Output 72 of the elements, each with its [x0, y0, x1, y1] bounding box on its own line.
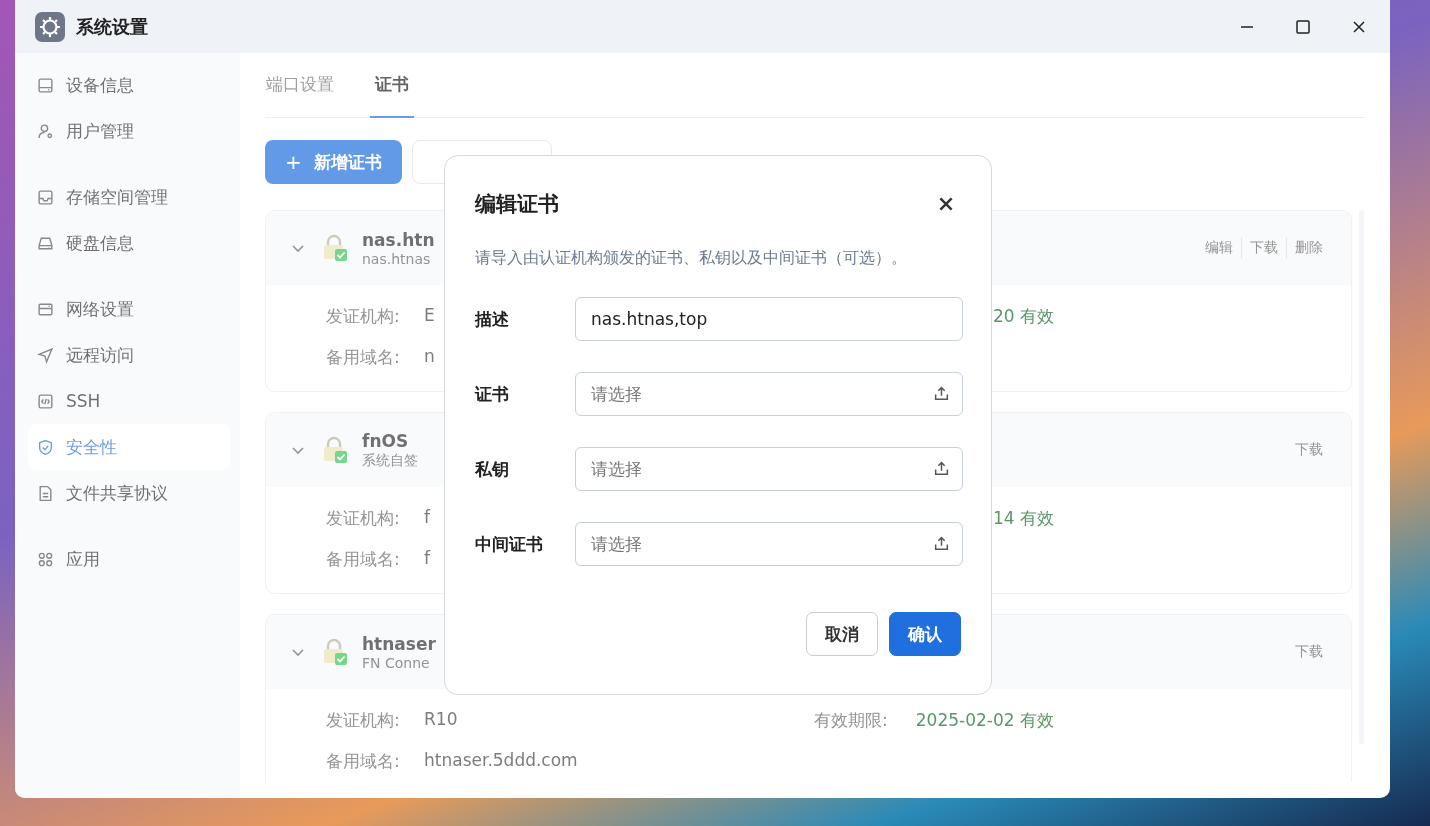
code-icon	[37, 392, 54, 410]
certificate-name: htnaser	[362, 633, 436, 654]
sidebar-item[interactable]: 远程访问	[28, 332, 230, 378]
field-label: 备用域名:	[326, 750, 400, 773]
tab[interactable]: 证书	[370, 53, 414, 118]
grid-icon	[37, 550, 54, 568]
card-action-link[interactable]: 删除	[1287, 239, 1331, 257]
sidebar-item[interactable]: 应用	[28, 536, 230, 582]
sidebar-item[interactable]: SSH	[28, 378, 230, 424]
padlock-check-icon	[322, 234, 348, 262]
file-select-field[interactable]: 请选择	[575, 372, 963, 416]
upload-icon[interactable]	[933, 385, 950, 402]
window-icon	[37, 300, 54, 318]
field-label: 有效期限:	[814, 709, 888, 732]
field-label: 发证机构:	[326, 305, 400, 328]
card-action-link[interactable]: 下载	[1287, 441, 1331, 459]
card-action-link[interactable]: 编辑	[1197, 239, 1241, 257]
file-select-field[interactable]: 请选择	[575, 447, 963, 491]
upload-icon[interactable]	[933, 535, 950, 552]
text-input[interactable]: nas.htnas,top	[575, 297, 963, 341]
domain-value: htnaser.5ddd.com	[424, 750, 578, 772]
card-action-link[interactable]: 下载	[1242, 239, 1286, 257]
shield-check-icon	[37, 438, 54, 456]
dialog-title: 编辑证书	[475, 191, 559, 218]
sidebar-item[interactable]: 设备信息	[28, 62, 230, 108]
validity-value: 20 有效	[991, 305, 1054, 328]
dialog-description: 请导入由认证机构颁发的证书、私钥以及中间证书（可选）。	[475, 248, 908, 269]
domain-value: f	[424, 548, 430, 570]
certificate-name: fnOS	[362, 430, 409, 451]
tray-icon	[37, 188, 54, 206]
certificate-name: nas.htn	[362, 229, 435, 250]
cancel-button[interactable]: 取消	[806, 612, 878, 656]
padlock-check-icon	[322, 436, 348, 464]
certificate-subtitle: FN Conne	[362, 654, 430, 671]
window-title: 系统设置	[76, 14, 149, 39]
certificate-subtitle: 系统自签	[362, 451, 418, 470]
issuer-value: f	[424, 507, 430, 529]
field-label: 描述	[475, 307, 510, 331]
field-label: 私钥	[475, 457, 510, 481]
sidebar-item[interactable]: 安全性	[28, 424, 230, 470]
app-logo-icon	[35, 11, 65, 42]
card-action-link[interactable]: 下载	[1287, 643, 1331, 661]
close-icon[interactable]	[937, 195, 955, 213]
field-label: 备用域名:	[326, 548, 400, 571]
document-icon	[37, 484, 54, 502]
field-label: 发证机构:	[326, 709, 400, 732]
sidebar-item[interactable]: 用户管理	[28, 108, 230, 154]
confirm-button[interactable]: 确认	[889, 612, 961, 656]
validity-value: 2025-02-02 有效	[914, 709, 1054, 732]
issuer-value: E	[424, 305, 435, 327]
paper-plane-icon	[37, 346, 54, 364]
sidebar-item[interactable]: 存储空间管理	[28, 174, 230, 220]
monitor-icon	[37, 76, 54, 94]
drive-icon	[37, 234, 54, 252]
issuer-value: R10	[424, 709, 458, 731]
sidebar-item[interactable]: 文件共享协议	[28, 470, 230, 516]
field-label: 发证机构:	[326, 507, 400, 530]
upload-icon[interactable]	[933, 460, 950, 477]
add-certificate-button[interactable]: + 新增证书	[265, 140, 402, 184]
domain-value: n	[424, 346, 435, 368]
sidebar-item[interactable]: 网络设置	[28, 286, 230, 332]
certificate-subtitle: nas.htnas	[362, 250, 431, 267]
validity-value: 14 有效	[991, 507, 1054, 530]
maximize-icon[interactable]	[1294, 17, 1312, 36]
field-label: 备用域名:	[326, 346, 400, 369]
field-label: 证书	[475, 382, 510, 406]
tab[interactable]: 端口设置	[265, 53, 335, 118]
file-select-field[interactable]: 请选择	[575, 522, 963, 566]
field-label: 中间证书	[475, 532, 544, 556]
sidebar-item[interactable]: 硬盘信息	[28, 220, 230, 266]
user-gear-icon	[37, 122, 54, 140]
padlock-check-icon	[322, 638, 348, 666]
